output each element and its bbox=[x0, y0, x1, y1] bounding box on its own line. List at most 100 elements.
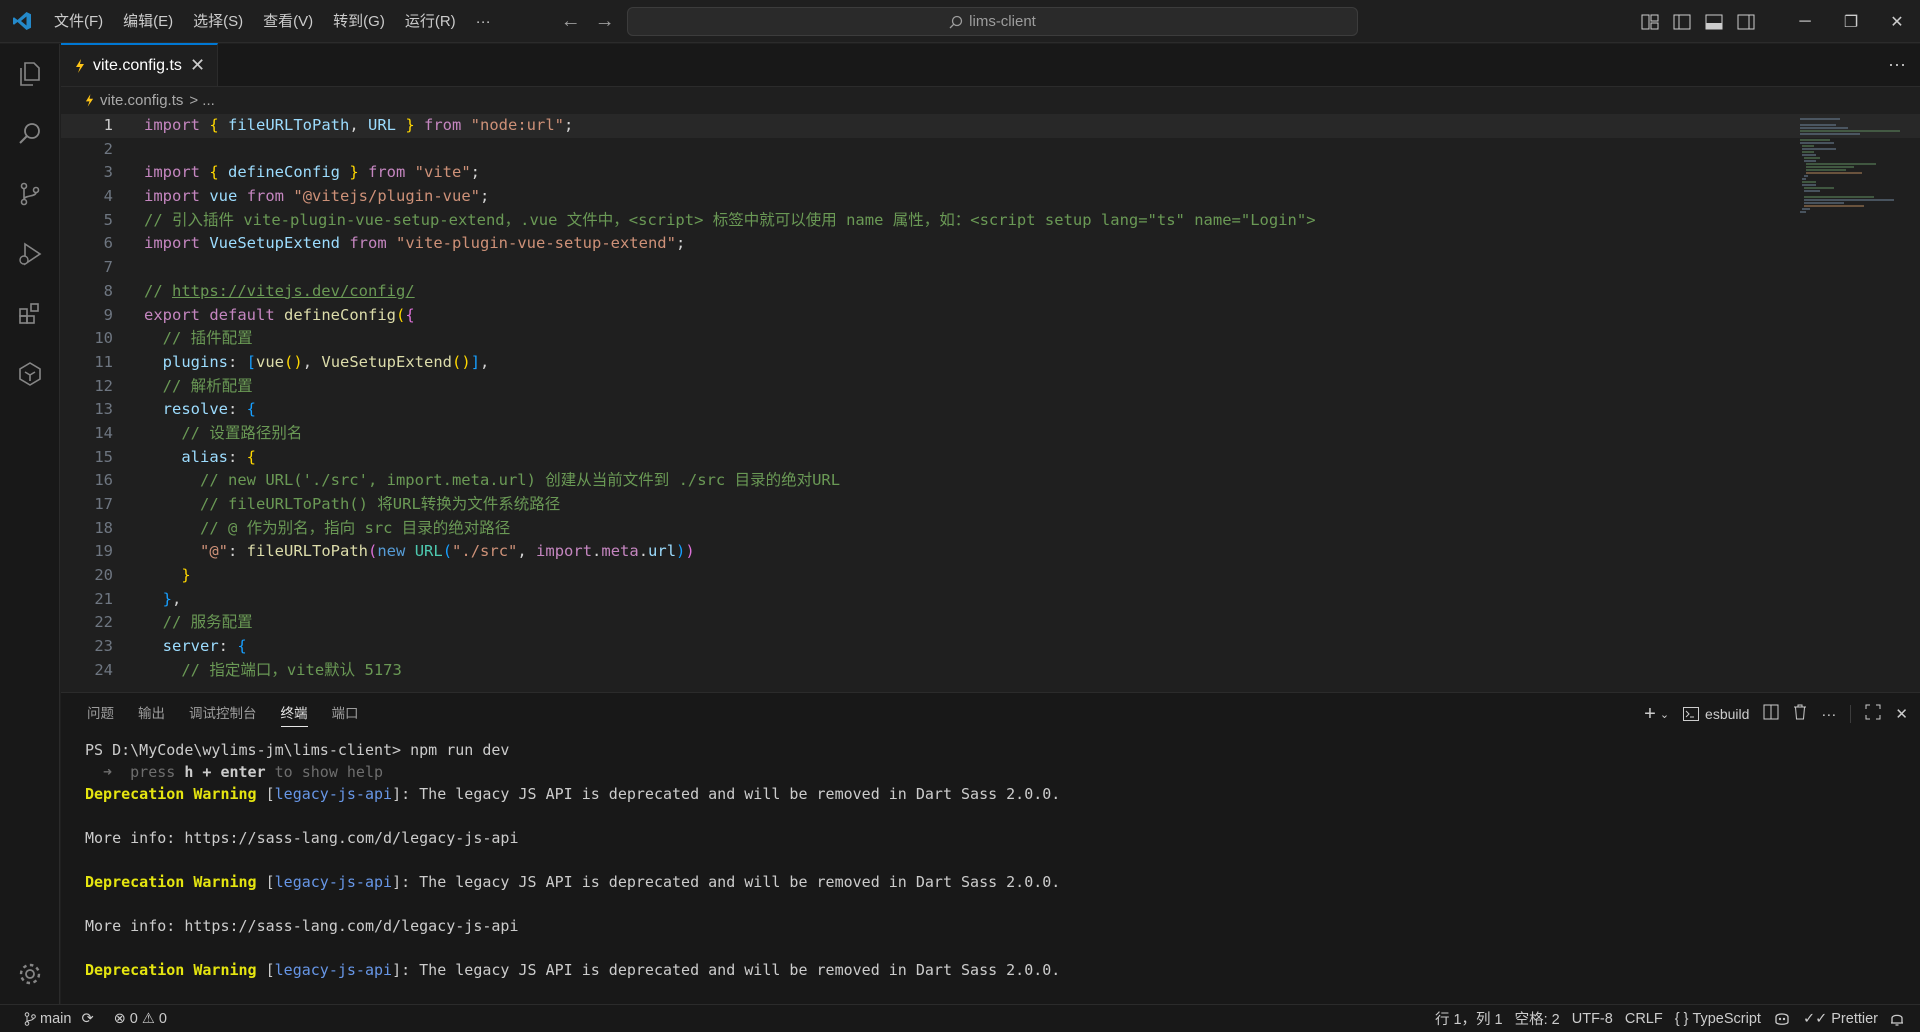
git-branch-icon bbox=[24, 1011, 36, 1026]
check-double-icon: ✓✓ bbox=[1802, 1010, 1828, 1027]
status-bar: main ⟳ ⊗ 0 ⚠ 0 行 1，列 1 空格: 2 UTF-8 CRLF … bbox=[0, 1004, 1920, 1032]
tab-terminal[interactable]: 终端 bbox=[269, 693, 320, 735]
close-window-icon[interactable]: ✕ bbox=[1874, 0, 1920, 43]
sync-icon[interactable]: ⟳ bbox=[81, 1011, 93, 1027]
minimize-icon[interactable]: ─ bbox=[1782, 0, 1828, 43]
menu-selection[interactable]: 选择(S) bbox=[183, 0, 253, 43]
encoding[interactable]: UTF-8 bbox=[1566, 1005, 1619, 1032]
code-line: 20 } bbox=[94, 566, 191, 585]
editor-more-actions-icon[interactable]: ··· bbox=[1888, 54, 1906, 75]
braces-icon: { } bbox=[1674, 1010, 1689, 1027]
command-center-search[interactable]: lims-client bbox=[627, 7, 1358, 36]
code-line: 8// https://vitejs.dev/config/ bbox=[103, 281, 415, 300]
code-line: 3 import { defineConfig } from "vite"; bbox=[103, 163, 480, 182]
menu-file[interactable]: 文件(F) bbox=[44, 0, 113, 43]
breadcrumb-rest[interactable]: > ... bbox=[189, 92, 214, 109]
code-line: 14 // 设置路径别名 bbox=[94, 423, 303, 442]
editor-tab-bar: vite.config.ts ✕ ··· bbox=[61, 43, 1920, 87]
indentation[interactable]: 空格: 2 bbox=[1509, 1005, 1566, 1032]
toggle-panel-icon[interactable] bbox=[1698, 0, 1730, 43]
code-line: 17 // fileURLToPath() 将URL转换为文件系统路径 bbox=[94, 495, 561, 513]
lightning-file-icon bbox=[85, 94, 94, 107]
tab-label: vite.config.ts bbox=[93, 56, 182, 74]
close-panel-icon[interactable]: ✕ bbox=[1895, 705, 1908, 723]
end-of-line[interactable]: CRLF bbox=[1619, 1005, 1669, 1032]
trash-icon[interactable] bbox=[1793, 704, 1807, 724]
code-line: 18 // @ 作为别名，指向 src 目录的绝对路径 bbox=[94, 518, 511, 537]
warning-icon: ⚠ bbox=[141, 1010, 155, 1027]
editor-group: vite.config.ts ✕ ··· vite.config.ts > ..… bbox=[61, 43, 1920, 692]
tab-vite-config[interactable]: vite.config.ts ✕ bbox=[61, 43, 219, 86]
menu-more[interactable]: ··· bbox=[466, 0, 501, 43]
toggle-primary-sidebar-icon[interactable] bbox=[1666, 0, 1698, 43]
terminal-icon bbox=[1683, 707, 1700, 721]
toggle-secondary-sidebar-icon[interactable] bbox=[1730, 0, 1762, 43]
code-line: 24 // 指定端口，vite默认 5173 bbox=[94, 660, 402, 679]
split-terminal-icon[interactable] bbox=[1763, 704, 1779, 724]
menu-go[interactable]: 转到(G) bbox=[323, 0, 395, 43]
tab-debug-console[interactable]: 调试控制台 bbox=[177, 693, 269, 735]
menu-edit[interactable]: 编辑(E) bbox=[113, 0, 183, 43]
code-line: 15 alias: { bbox=[94, 447, 257, 466]
remote-explorer-icon[interactable] bbox=[0, 344, 60, 404]
code-line: 16 // new URL('./src', import.meta.url) … bbox=[94, 471, 841, 490]
code-editor[interactable]: 1 import { fileURLToPath, URL } from "nod… bbox=[61, 114, 1920, 692]
tab-problems[interactable]: 问题 bbox=[75, 693, 126, 735]
code-link[interactable]: https://vitejs.dev/config/ bbox=[172, 282, 415, 300]
source-control-icon[interactable] bbox=[0, 164, 60, 224]
panel-actions: + ⌄ esbuild ··· ✕ bbox=[1644, 693, 1908, 735]
code-line: 12 // 解析配置 bbox=[94, 376, 253, 395]
customize-layout-icon[interactable] bbox=[1634, 0, 1666, 43]
explorer-icon[interactable] bbox=[0, 44, 60, 104]
minimap[interactable] bbox=[1796, 114, 1906, 254]
breadcrumb-file[interactable]: vite.config.ts bbox=[100, 92, 183, 109]
back-arrow-icon[interactable]: ← bbox=[561, 10, 581, 33]
code-line: 10 // 插件配置 bbox=[94, 329, 253, 348]
menu-view[interactable]: 查看(V) bbox=[253, 0, 323, 43]
menu-run[interactable]: 运行(R) bbox=[395, 0, 466, 43]
chevron-down-icon[interactable]: ⌄ bbox=[1660, 708, 1669, 721]
editor-scrollbar[interactable] bbox=[1906, 114, 1920, 692]
more-actions-icon[interactable]: ··· bbox=[1821, 706, 1836, 723]
code-line: 5// 引入插件 vite-plugin-vue-setup-extend，.v… bbox=[103, 210, 1316, 229]
language-mode[interactable]: { } TypeScript bbox=[1669, 1005, 1767, 1032]
code-line: 13 resolve: { bbox=[94, 400, 257, 419]
branch-status[interactable]: main ⟳ bbox=[18, 1005, 100, 1032]
command-center-label: lims-client bbox=[969, 13, 1036, 30]
maximize-panel-icon[interactable] bbox=[1865, 704, 1881, 724]
restore-icon[interactable]: ❐ bbox=[1828, 0, 1874, 43]
forward-arrow-icon[interactable]: → bbox=[595, 10, 615, 33]
code-line: 22 // 服务配置 bbox=[94, 613, 253, 632]
code-line: 2 bbox=[103, 139, 113, 158]
terminal-command: npm run dev bbox=[410, 741, 510, 759]
prettier-status[interactable]: ✓✓ Prettier bbox=[1797, 1005, 1884, 1032]
search-icon bbox=[949, 15, 963, 28]
error-icon: ⊗ bbox=[113, 1010, 126, 1027]
extensions-icon[interactable] bbox=[0, 284, 60, 344]
terminal-prompt: PS D:\MyCode\wylims-jm\lims-client> bbox=[85, 741, 411, 759]
lightning-file-icon bbox=[76, 58, 84, 73]
terminal-output[interactable]: PS D:\MyCode\wylims-jm\lims-client> npm … bbox=[85, 739, 1890, 1004]
tab-output[interactable]: 输出 bbox=[126, 693, 177, 735]
tab-ports[interactable]: 端口 bbox=[320, 693, 371, 735]
bottom-panel: 问题 输出 调试控制台 终端 端口 + ⌄ esbuild ··· ✕ PS D… bbox=[61, 692, 1920, 1004]
new-terminal-plus-icon[interactable]: + bbox=[1644, 703, 1656, 726]
settings-gear-icon[interactable] bbox=[0, 944, 60, 1004]
search-icon[interactable] bbox=[0, 104, 60, 164]
code-line: 19 "@": fileURLToPath(new URL("./src", i… bbox=[94, 542, 695, 561]
menu-bar: 文件(F) 编辑(E) 选择(S) 查看(V) 转到(G) 运行(R) ··· bbox=[44, 0, 501, 43]
code-line: 4 import vue from "@vitejs/plugin-vue"; bbox=[103, 187, 490, 206]
vscode-logo-icon bbox=[0, 0, 44, 43]
code-line: 7 bbox=[103, 258, 113, 277]
problems-status[interactable]: ⊗ 0 ⚠ 0 bbox=[108, 1005, 173, 1032]
code-line: 9 export default defineConfig({ bbox=[103, 305, 415, 324]
copilot-icon[interactable] bbox=[1767, 1005, 1797, 1032]
run-debug-icon[interactable] bbox=[0, 224, 60, 284]
notifications-bell-icon[interactable] bbox=[1884, 1005, 1910, 1032]
terminal-instance[interactable]: esbuild bbox=[1683, 706, 1749, 722]
cursor-position[interactable]: 行 1，列 1 bbox=[1429, 1005, 1509, 1032]
nav-arrows: ← → bbox=[561, 10, 615, 33]
breadcrumb: vite.config.ts > ... bbox=[61, 87, 1920, 114]
close-icon[interactable]: ✕ bbox=[190, 55, 205, 76]
code-line: 11 plugins: [vue(), VueSetupExtend()], bbox=[94, 352, 490, 371]
